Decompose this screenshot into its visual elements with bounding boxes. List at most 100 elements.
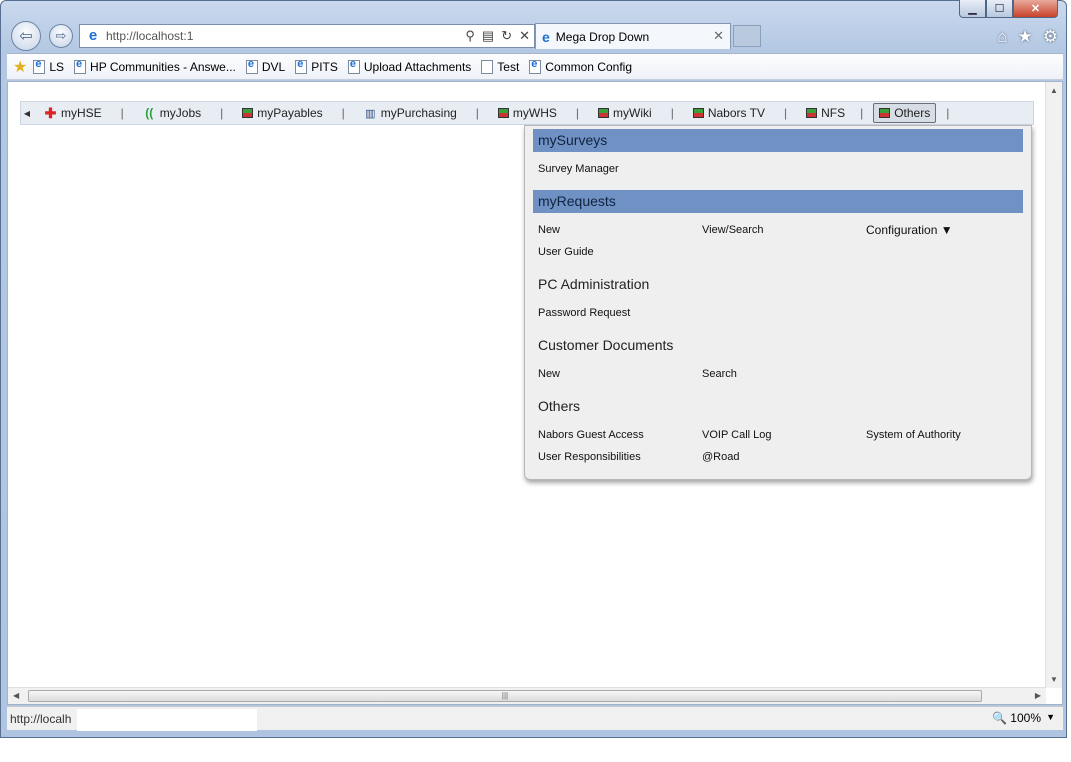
page-icon: [481, 59, 494, 74]
link-nabors-guest-access[interactable]: Nabors Guest Access: [538, 429, 644, 441]
browser-window: ▁ ☐ ✕ ⇦ ⇨ e http://localhost:1 ⚲ ▤ ↻ ✕ e…: [0, 0, 1067, 738]
scroll-up-icon[interactable]: ▲: [1050, 86, 1058, 95]
menu-item-mywiki[interactable]: myWiki: [593, 103, 657, 123]
stop-icon[interactable]: ✕: [519, 28, 530, 44]
zoom-control[interactable]: 🔍 100%: [992, 711, 1041, 725]
favorite-ls[interactable]: LS: [33, 58, 64, 74]
address-bar[interactable]: e http://localhost:1 ⚲ ▤ ↻ ✕: [79, 24, 535, 48]
ie-page-icon: e: [88, 27, 98, 44]
zoom-dropdown-icon[interactable]: ▼: [1046, 712, 1055, 722]
redacted-region: [210, 27, 340, 47]
back-button[interactable]: ⇦: [11, 21, 41, 51]
section-heading-customer-documents: Customer Documents: [538, 337, 674, 353]
favorite-upload-attachments[interactable]: Upload Attachments: [347, 58, 471, 74]
link-user-guide[interactable]: User Guide: [538, 246, 594, 258]
mega-menu-bar: ◀ ✚ myHSE | ((myJobs | myPayables | ▥ myPu…: [20, 101, 1034, 125]
building-icon: ▥: [365, 107, 376, 120]
menu-item-others[interactable]: Others: [873, 103, 937, 123]
favorite-common-config[interactable]: Common Config: [529, 58, 632, 74]
favorites-bar: ★ LS HP Communities - Answe... DVL PITS …: [7, 53, 1063, 80]
menu-separator: |: [120, 106, 124, 120]
compatibility-icon[interactable]: ▤: [482, 28, 494, 44]
favorites-icon[interactable]: ★: [13, 57, 27, 77]
tab-mega-drop-down[interactable]: e Mega Drop Down ✕: [535, 23, 731, 49]
link-request-view-search[interactable]: View/Search: [702, 224, 764, 236]
zoom-icon: 🔍: [992, 711, 1008, 725]
scroll-left-icon[interactable]: ◀: [13, 691, 19, 700]
zoom-level: 100%: [1010, 711, 1041, 725]
new-tab-button[interactable]: [733, 25, 761, 47]
search-icon[interactable]: ⚲: [465, 28, 475, 44]
app-icon: [806, 108, 818, 118]
link-survey-manager[interactable]: Survey Manager: [538, 163, 619, 175]
scroll-left-icon[interactable]: ◀: [21, 109, 33, 118]
tab-close-icon[interactable]: ✕: [713, 28, 724, 44]
link-voip-call-log[interactable]: VOIP Call Log: [702, 429, 772, 441]
favorite-hp-communities[interactable]: HP Communities - Answe...: [74, 58, 236, 74]
ie-tab-icon: e: [542, 28, 550, 45]
redacted-region: [77, 709, 257, 731]
window-controls: ▁ ☐ ✕: [959, 0, 1058, 18]
menu-item-nfs[interactable]: NFS: [801, 103, 850, 123]
section-heading-mysurveys: mySurveys: [533, 129, 1023, 152]
tab-title: Mega Drop Down: [555, 29, 650, 44]
address-url[interactable]: http://localhost:1: [106, 29, 193, 43]
link-system-of-authority[interactable]: System of Authority: [866, 429, 961, 441]
menu-item-nabors-tv[interactable]: Nabors TV: [688, 103, 770, 123]
ie-page-icon: [529, 58, 542, 74]
browser-tools: ⌂ ★ ⚙: [997, 27, 1058, 47]
forward-arrow-icon: ⇨: [55, 28, 67, 43]
menu-separator: |: [220, 106, 224, 120]
back-arrow-icon: ⇦: [19, 28, 33, 45]
home-icon[interactable]: ⌂: [997, 27, 1007, 47]
menu-separator: |: [670, 106, 674, 120]
address-tools: ⚲ ▤ ↻ ✕: [465, 28, 530, 44]
app-icon: [879, 108, 891, 118]
section-heading-others: Others: [538, 398, 581, 414]
menu-separator: |: [341, 106, 345, 120]
gear-icon[interactable]: ⚙: [1043, 27, 1058, 47]
vertical-scrollbar[interactable]: ▲ ▼: [1045, 82, 1062, 688]
menu-separator: |: [475, 106, 479, 120]
menu-item-myjobs[interactable]: ((myJobs: [138, 103, 206, 123]
app-icon: [692, 108, 704, 118]
section-heading-pc-administration: PC Administration: [538, 276, 650, 292]
link-user-responsibilities[interactable]: User Responsibilities: [538, 451, 641, 463]
close-window-button[interactable]: ✕: [1013, 0, 1058, 18]
link-customer-new[interactable]: New: [538, 368, 560, 380]
app-icon: [497, 108, 509, 118]
link-request-new[interactable]: New: [538, 224, 560, 236]
menu-item-myhse[interactable]: ✚ myHSE: [39, 103, 107, 123]
refresh-icon[interactable]: ↻: [501, 28, 512, 44]
menu-item-mywhs[interactable]: myWHS: [493, 103, 562, 123]
section-heading-myrequests: myRequests: [533, 190, 1023, 213]
jobs-icon: ((: [145, 106, 154, 120]
favorite-dvl[interactable]: DVL: [245, 58, 285, 74]
navigation-bar: ⇦ ⇨ e http://localhost:1 ⚲ ▤ ↻ ✕ e Mega …: [7, 21, 1062, 51]
scroll-down-icon[interactable]: ▼: [1050, 675, 1058, 684]
link-customer-search[interactable]: Search: [702, 368, 737, 380]
ie-page-icon: [33, 58, 46, 74]
favorite-test[interactable]: Test: [481, 59, 519, 74]
menu-item-mypayables[interactable]: myPayables: [237, 103, 327, 123]
app-icon: [598, 108, 610, 118]
favorite-pits[interactable]: PITS: [295, 58, 338, 74]
horizontal-scrollbar[interactable]: ◀ ||| ▶: [8, 687, 1046, 704]
status-bar: http://localh 🔍 100% ▼: [7, 706, 1063, 731]
link-password-request[interactable]: Password Request: [538, 307, 630, 319]
ie-page-icon: [295, 58, 308, 74]
forward-button[interactable]: ⇨: [49, 24, 73, 48]
red-cross-icon: ✚: [44, 104, 57, 121]
link-at-road[interactable]: @Road: [702, 451, 739, 463]
menu-item-mypurchasing[interactable]: ▥ myPurchasing: [359, 103, 462, 123]
menu-separator: |: [783, 106, 788, 120]
ie-page-icon: [245, 58, 258, 74]
link-request-configuration[interactable]: Configuration ▼: [866, 223, 953, 237]
minimize-button[interactable]: ▁: [959, 0, 986, 18]
scroll-right-icon[interactable]: ▶: [1035, 691, 1041, 700]
ie-page-icon: [74, 58, 87, 74]
ie-page-icon: [347, 58, 360, 74]
favorites-star-icon[interactable]: ★: [1018, 27, 1033, 47]
horizontal-scroll-thumb[interactable]: |||: [28, 690, 982, 702]
maximize-button[interactable]: ☐: [986, 0, 1013, 18]
